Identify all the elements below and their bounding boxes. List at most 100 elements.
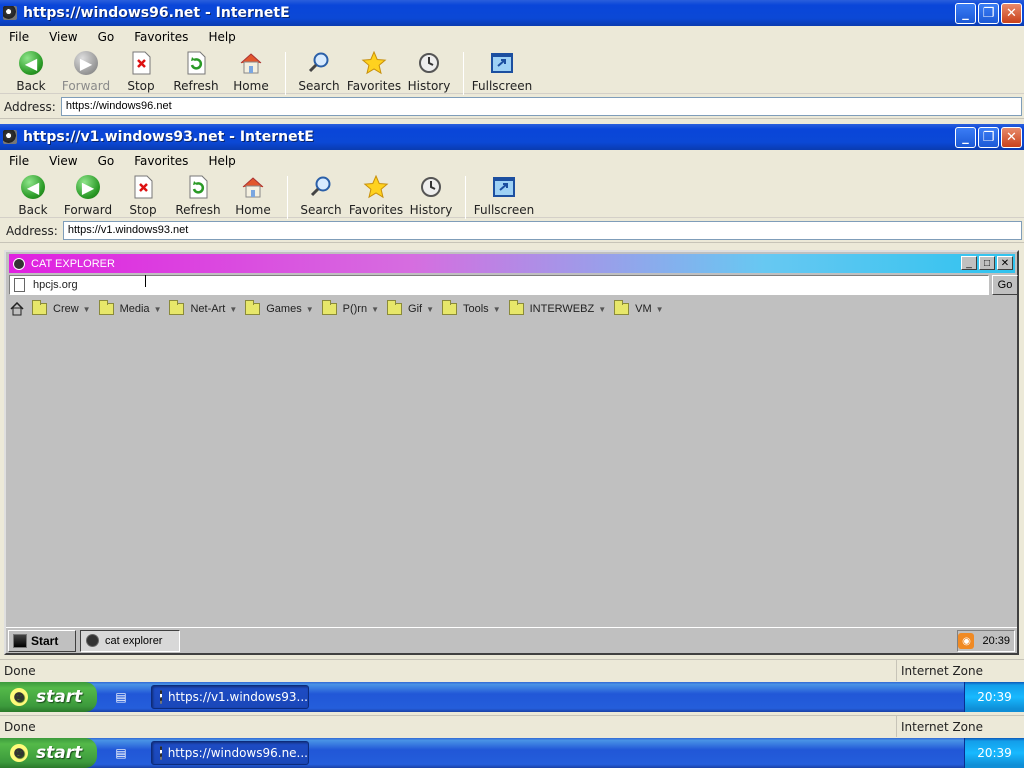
minimize-button[interactable]: _	[955, 127, 976, 148]
cat-explorer-icon	[13, 257, 25, 270]
cat-url-input[interactable]: hpcjs.org	[9, 275, 989, 295]
menu-file[interactable]: File	[6, 154, 32, 168]
menu-view[interactable]: View	[46, 154, 80, 168]
minimize-button[interactable]: _	[961, 256, 977, 270]
home-icon[interactable]	[10, 302, 24, 316]
search-label: Search	[300, 203, 342, 217]
bookmark-folder-tools[interactable]: Tools ▼	[442, 300, 501, 315]
start-button[interactable]: ☻ start	[0, 682, 97, 712]
cat-taskbar-item[interactable]: cat explorer	[80, 629, 180, 652]
refresh-icon	[185, 174, 211, 200]
document-icon	[14, 278, 25, 292]
start-label: start	[36, 687, 83, 707]
home-icon	[240, 174, 266, 200]
address-input[interactable]: https://v1.windows93.net	[62, 221, 1022, 240]
history-label: History	[407, 79, 451, 93]
folder-icon	[245, 300, 261, 315]
menu-favorites[interactable]: Favorites	[131, 154, 191, 168]
bookmark-folder-gif[interactable]: Gif ▼	[387, 300, 434, 315]
search-icon	[308, 174, 334, 200]
taskbar-item[interactable]: https://windows96.ne...	[151, 741, 309, 765]
start-button[interactable]: ☻ start	[0, 738, 97, 768]
chevron-down-icon: ▼	[655, 304, 664, 314]
inner-title-bar[interactable]: https://v1.windows93.net - InternetE _ ❐…	[0, 124, 1024, 150]
maximize-button[interactable]: □	[979, 256, 995, 270]
minimize-button[interactable]: _	[955, 3, 976, 24]
go-button[interactable]: Go	[992, 275, 1018, 295]
notepad-icon[interactable]: ▤	[111, 743, 131, 763]
back-button[interactable]: ◀ Back	[4, 48, 58, 93]
forward-button[interactable]: ▶ Forward	[61, 172, 115, 217]
menu-help[interactable]: Help	[205, 154, 238, 168]
outer-window-title: https://windows96.net - InternetE	[23, 5, 290, 21]
back-label: Back	[18, 203, 48, 217]
home-button[interactable]: Home	[226, 172, 280, 217]
menu-go[interactable]: Go	[95, 30, 118, 44]
history-button[interactable]: History	[402, 48, 456, 93]
close-button[interactable]: ✕	[1001, 3, 1022, 24]
menu-help[interactable]: Help	[205, 30, 238, 44]
internet-explorer-icon	[3, 6, 17, 20]
bookmark-folder-interwebz[interactable]: INTERWEBZ ▼	[508, 300, 606, 315]
search-button[interactable]: Search	[292, 48, 346, 93]
refresh-button[interactable]: Refresh	[171, 172, 225, 217]
outer-address-bar: Address: https://windows96.net	[0, 95, 1024, 119]
favorites-button[interactable]: Favorites	[349, 172, 403, 217]
outer-title-bar[interactable]: https://windows96.net - InternetE _ ❐ ✕	[0, 0, 1024, 26]
outer-status-bar: Done Internet Zone	[0, 715, 1024, 737]
chevron-down-icon: ▼	[229, 304, 238, 314]
status-text: Done	[4, 663, 36, 678]
bookmark-folder-media[interactable]: Media ▼	[98, 300, 162, 315]
bookmark-label: Net-Art	[190, 303, 226, 315]
folder-icon	[442, 300, 457, 315]
close-button[interactable]: ✕	[997, 256, 1013, 270]
cat-start-button[interactable]: Start	[8, 629, 76, 652]
outer-menu-bar: File View Go Favorites Help	[0, 26, 1024, 48]
search-button[interactable]: Search	[294, 172, 348, 217]
bookmark-folder-crew[interactable]: Crew ▼	[32, 300, 91, 315]
back-button[interactable]: ◀ Back	[6, 172, 60, 217]
home-label: Home	[235, 203, 271, 217]
address-input[interactable]: https://windows96.net	[60, 97, 1022, 116]
taskbar-item[interactable]: https://v1.windows93...	[151, 685, 309, 709]
close-button[interactable]: ✕	[1001, 127, 1022, 148]
star-icon	[361, 50, 387, 76]
chevron-down-icon: ▼	[153, 304, 162, 314]
search-label: Search	[298, 79, 340, 93]
inner-taskbar: ☻ start ▤ https://v1.windows93... 20:39	[0, 682, 1024, 712]
cat-explorer-title-bar[interactable]: CAT EXPLORER _ □ ✕	[9, 254, 1015, 273]
bookmark-folder-net-art[interactable]: Net-Art ▼	[169, 300, 238, 315]
menu-view[interactable]: View	[46, 30, 80, 44]
start-logo-icon	[13, 633, 27, 648]
clock: 20:39	[977, 690, 1012, 704]
forward-arrow-icon: ▶	[73, 50, 99, 76]
stop-button[interactable]: Stop	[116, 172, 170, 217]
menu-file[interactable]: File	[6, 30, 32, 44]
bookmark-folder-porn[interactable]: P()rn ▼	[321, 300, 379, 315]
notepad-icon[interactable]: ▤	[111, 687, 131, 707]
refresh-button[interactable]: Refresh	[169, 48, 223, 93]
restore-button[interactable]: ❐	[978, 3, 999, 24]
favorites-label: Favorites	[346, 79, 402, 93]
system-tray: 20:39	[964, 682, 1024, 712]
chevron-down-icon: ▼	[426, 304, 434, 314]
home-button[interactable]: Home	[224, 48, 278, 93]
history-icon	[418, 174, 444, 200]
rss-icon[interactable]: ◉	[958, 633, 975, 649]
menu-go[interactable]: Go	[95, 154, 118, 168]
bookmark-folder-games[interactable]: Games ▼	[245, 300, 314, 315]
fullscreen-button[interactable]: Fullscreen	[472, 172, 536, 217]
favorites-label: Favorites	[348, 203, 404, 217]
menu-favorites[interactable]: Favorites	[131, 30, 191, 44]
fullscreen-button[interactable]: Fullscreen	[470, 48, 534, 93]
favorites-button[interactable]: Favorites	[347, 48, 401, 93]
stop-button[interactable]: Stop	[114, 48, 168, 93]
cat-url-value: hpcjs.org	[33, 279, 78, 291]
forward-button[interactable]: ▶ Forward	[59, 48, 113, 93]
restore-button[interactable]: ❐	[978, 127, 999, 148]
history-button[interactable]: History	[404, 172, 458, 217]
back-arrow-icon: ◀	[18, 50, 44, 76]
fullscreen-label: Fullscreen	[471, 79, 533, 93]
bookmark-label: Crew	[53, 303, 79, 315]
bookmark-folder-vm[interactable]: VM ▼	[614, 300, 664, 315]
